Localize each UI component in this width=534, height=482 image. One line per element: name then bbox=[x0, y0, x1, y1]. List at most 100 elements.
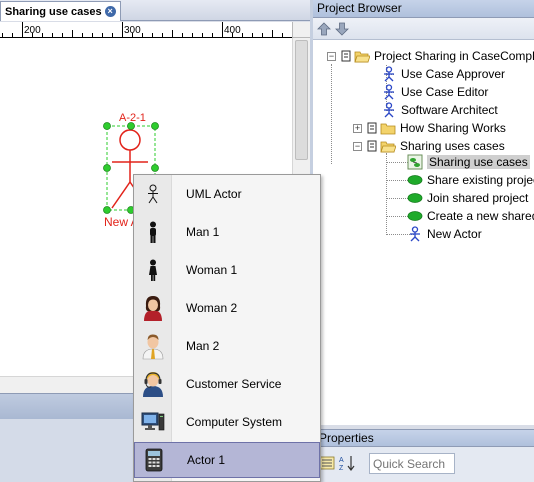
ruler-corner bbox=[292, 22, 310, 38]
tree-item-label: Use Case Approver bbox=[401, 67, 506, 81]
menu-item-man-1[interactable]: Man 1 bbox=[134, 214, 320, 250]
ruler-tick bbox=[12, 33, 13, 37]
tree-item-actor[interactable]: New Actor bbox=[407, 225, 482, 243]
project-tree: − Project Sharing in CaseComple Use Case… bbox=[313, 40, 534, 425]
ruler-tick bbox=[102, 33, 103, 37]
expand-icon[interactable]: + bbox=[353, 123, 362, 133]
tree-item-actor[interactable]: Software Architect bbox=[381, 101, 498, 119]
move-down-icon[interactable] bbox=[335, 22, 349, 36]
actor-stick-icon bbox=[381, 84, 397, 100]
ruler-tick bbox=[62, 33, 63, 37]
ruler-tick bbox=[232, 33, 233, 37]
tree-item-label: Share existing project bbox=[427, 173, 534, 187]
tree-item-use-case[interactable]: Share existing project bbox=[407, 171, 534, 189]
tree-item-diagram[interactable]: Sharing use cases bbox=[407, 153, 530, 171]
document-tab[interactable]: Sharing use cases × bbox=[0, 1, 121, 21]
tree-item-project[interactable]: − Project Sharing in CaseComple bbox=[327, 47, 534, 65]
tree-item-label: Join shared project bbox=[427, 191, 529, 205]
menu-item-label: Computer System bbox=[186, 415, 283, 429]
actor-stick-icon bbox=[407, 226, 423, 242]
move-up-icon[interactable] bbox=[317, 21, 331, 36]
ruler-tick bbox=[32, 33, 33, 37]
project-browser-toolbar bbox=[313, 18, 534, 40]
small-doc-icon bbox=[338, 48, 354, 64]
ruler-tick bbox=[22, 22, 23, 37]
ruler-tick bbox=[82, 33, 83, 37]
ruler-tick bbox=[272, 30, 273, 37]
menu-item-label: Woman 2 bbox=[186, 301, 238, 315]
actor-stick-icon bbox=[381, 66, 397, 82]
close-tab-icon[interactable]: × bbox=[104, 6, 116, 17]
tree-item-use-case[interactable]: Create a new shared bbox=[407, 207, 534, 225]
tree-connector bbox=[331, 64, 332, 164]
tree-item-label: Use Case Editor bbox=[401, 85, 489, 99]
ruler-tick bbox=[282, 33, 283, 37]
small-doc-icon bbox=[364, 120, 380, 136]
menu-item-label: Customer Service bbox=[186, 377, 282, 391]
tree-item-label: Software Architect bbox=[401, 103, 498, 117]
ruler-tick bbox=[72, 30, 73, 37]
man-silhouette-icon bbox=[134, 214, 172, 250]
ruler-tick bbox=[52, 33, 53, 37]
document-tab-strip: Sharing use cases × bbox=[0, 0, 310, 21]
ruler-tick bbox=[132, 33, 133, 37]
svg-text:Z: Z bbox=[339, 465, 344, 472]
ruler-tick bbox=[252, 33, 253, 37]
properties-title: Properties bbox=[313, 429, 534, 447]
man-avatar-icon bbox=[134, 328, 172, 364]
ruler-tick bbox=[122, 22, 123, 37]
project-browser-title: Project Browser bbox=[313, 0, 534, 18]
document-tab-label: Sharing use cases bbox=[5, 5, 102, 18]
ruler-tick bbox=[172, 30, 173, 37]
menu-item-label: UML Actor bbox=[186, 187, 242, 201]
open-folder-icon bbox=[354, 48, 370, 64]
woman-avatar-icon bbox=[134, 290, 172, 326]
tree-item-package[interactable]: + How Sharing Works bbox=[353, 119, 506, 137]
tree-item-use-case[interactable]: Join shared project bbox=[407, 189, 528, 207]
ruler-tick bbox=[92, 33, 93, 37]
menu-item-uml-actor[interactable]: UML Actor bbox=[134, 176, 320, 212]
sort-alphabetical-icon[interactable]: AZ bbox=[338, 454, 356, 475]
open-folder-icon bbox=[380, 138, 396, 154]
ruler-tick bbox=[192, 33, 193, 37]
menu-item-label: Woman 1 bbox=[186, 263, 238, 277]
tree-item-label: How Sharing Works bbox=[400, 121, 506, 135]
collapse-icon[interactable]: − bbox=[327, 51, 336, 61]
tree-item-label: New Actor bbox=[427, 227, 482, 241]
menu-item-woman-2[interactable]: Woman 2 bbox=[134, 290, 320, 326]
use-case-icon bbox=[407, 190, 423, 206]
ruler-tick bbox=[202, 33, 203, 37]
svg-text:A: A bbox=[339, 457, 344, 464]
tree-item-actor[interactable]: Use Case Editor bbox=[381, 83, 488, 101]
use-case-icon bbox=[407, 208, 423, 224]
menu-item-label: Actor 1 bbox=[187, 453, 226, 467]
ruler-tick bbox=[222, 22, 223, 37]
tree-item-label: Project Sharing in CaseComple bbox=[374, 49, 534, 63]
tree-item-actor[interactable]: Use Case Approver bbox=[381, 65, 505, 83]
tree-item-label: Sharing uses cases bbox=[400, 139, 505, 153]
tree-connector bbox=[386, 153, 387, 235]
use-case-icon bbox=[407, 172, 423, 188]
collapse-icon[interactable]: − bbox=[353, 141, 362, 151]
ruler-tick bbox=[112, 33, 113, 37]
vertical-scrollbar-thumb[interactable] bbox=[295, 40, 308, 160]
menu-item-label: Man 2 bbox=[186, 339, 220, 353]
computer-icon bbox=[134, 404, 172, 440]
ruler-tick bbox=[2, 33, 3, 37]
menu-item-actor-1[interactable]: Actor 1 bbox=[134, 442, 320, 478]
menu-item-computer-system[interactable]: Computer System bbox=[134, 404, 320, 440]
menu-item-customer-service[interactable]: Customer Service bbox=[134, 366, 320, 402]
actor-type-menu: UML Actor Man 1 Woman 1 Woman 2 Man 2 Cu… bbox=[133, 174, 321, 482]
tree-item-label: Sharing use cases bbox=[427, 155, 530, 169]
actor-stick-icon bbox=[381, 102, 397, 118]
customer-service-icon bbox=[134, 366, 172, 402]
ruler-tick bbox=[152, 33, 153, 37]
ruler-tick bbox=[162, 33, 163, 37]
ruler-tick bbox=[142, 33, 143, 37]
quick-search-input[interactable] bbox=[369, 453, 455, 474]
small-doc-icon bbox=[364, 138, 380, 154]
ruler-tick bbox=[242, 33, 243, 37]
menu-item-man-2[interactable]: Man 2 bbox=[134, 328, 320, 364]
menu-item-woman-1[interactable]: Woman 1 bbox=[134, 252, 320, 288]
ruler-tick bbox=[42, 33, 43, 37]
